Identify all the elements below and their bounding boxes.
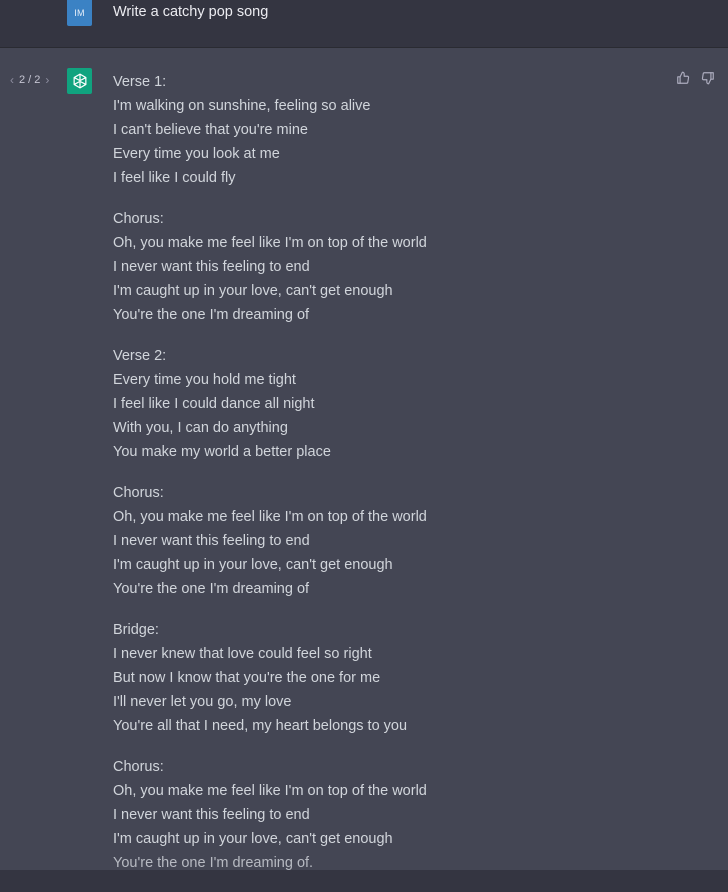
lyric-line: You're all that I need, my heart belongs… xyxy=(113,718,408,734)
user-message-text: Write a catchy pop song xyxy=(113,4,269,20)
stanza-verse-1: Verse 1: I'm walking on sunshine, feelin… xyxy=(113,70,673,190)
lyric-line: I'm caught up in your love, can't get en… xyxy=(113,557,393,573)
assistant-message-row: ‹ 2 / 2 › Verse 1: I'm walking on sunshi… xyxy=(0,48,728,871)
stanza-heading: Verse 1: xyxy=(113,74,167,90)
lyric-line: I feel like I could dance all night xyxy=(113,396,315,412)
openai-logo-icon xyxy=(73,73,86,89)
lyric-line: I never want this feeling to end xyxy=(113,259,310,275)
assistant-avatar xyxy=(67,68,92,94)
stanza-heading: Bridge: xyxy=(113,622,159,638)
lyric-line: I can't believe that you're mine xyxy=(113,122,308,138)
stanza-heading: Chorus: xyxy=(113,759,164,775)
lyric-line: You're the one I'm dreaming of. xyxy=(113,855,314,871)
stanza-verse-2: Verse 2: Every time you hold me tight I … xyxy=(113,344,673,464)
user-avatar-initials: IM xyxy=(74,8,85,18)
lyric-line: I'm caught up in your love, can't get en… xyxy=(113,831,393,847)
user-avatar: IM xyxy=(67,0,92,26)
lyric-line: Every time you hold me tight xyxy=(113,372,296,388)
stanza-heading: Chorus: xyxy=(113,485,164,501)
stanza-heading: Verse 2: xyxy=(113,348,167,364)
user-message-row: IM Write a catchy pop song xyxy=(0,0,728,48)
lyric-line: Oh, you make me feel like I'm on top of … xyxy=(113,783,427,799)
lyric-line: But now I know that you're the one for m… xyxy=(113,670,381,686)
lyric-line: You're the one I'm dreaming of xyxy=(113,581,310,597)
lyric-line: I never want this feeling to end xyxy=(113,807,310,823)
stanza-heading: Chorus: xyxy=(113,211,164,227)
assistant-message-content: Verse 1: I'm walking on sunshine, feelin… xyxy=(113,70,673,892)
lyric-line: With you, I can do anything xyxy=(113,420,288,436)
feedback-controls xyxy=(675,70,716,86)
stanza-chorus-1: Chorus: Oh, you make me feel like I'm on… xyxy=(113,207,673,327)
response-count: 2 / 2 xyxy=(19,74,41,86)
stanza-chorus-3: Chorus: Oh, you make me feel like I'm on… xyxy=(113,755,673,875)
lyric-line: Oh, you make me feel like I'm on top of … xyxy=(113,509,427,525)
thumbs-up-icon[interactable] xyxy=(675,70,691,86)
lyric-line: I'll never let you go, my love xyxy=(113,694,292,710)
lyric-line: Every time you look at me xyxy=(113,146,280,162)
lyric-line: I never knew that love could feel so rig… xyxy=(113,646,372,662)
lyric-line: You're the one I'm dreaming of xyxy=(113,307,310,323)
lyric-line: You make my world a better place xyxy=(113,444,331,460)
response-pager: ‹ 2 / 2 › xyxy=(10,73,49,87)
stanza-bridge: Bridge: I never knew that love could fee… xyxy=(113,618,673,738)
lyric-line: I'm walking on sunshine, feeling so aliv… xyxy=(113,98,371,114)
lyric-line: I feel like I could fly xyxy=(113,170,236,186)
chevron-left-icon[interactable]: ‹ xyxy=(10,73,14,87)
stanza-chorus-2: Chorus: Oh, you make me feel like I'm on… xyxy=(113,481,673,601)
thumbs-down-icon[interactable] xyxy=(700,70,716,86)
lyric-line: Oh, you make me feel like I'm on top of … xyxy=(113,235,427,251)
lyric-line: I'm caught up in your love, can't get en… xyxy=(113,283,393,299)
chevron-right-icon[interactable]: › xyxy=(45,73,49,87)
lyric-line: I never want this feeling to end xyxy=(113,533,310,549)
